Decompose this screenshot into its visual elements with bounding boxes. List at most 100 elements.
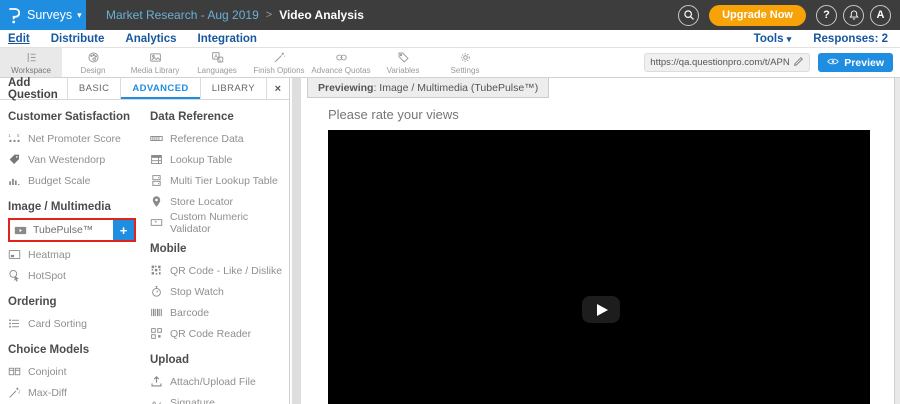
avatar-initial: A [877, 9, 885, 21]
preview-button[interactable]: Preview [818, 53, 893, 72]
top-bar: Surveys ▾ Market Research - Aug 2019 > V… [0, 0, 900, 30]
question-type-budget-scale[interactable]: Budget Scale [8, 170, 144, 191]
question-type-card-sorting[interactable]: Card Sorting [8, 313, 144, 334]
survey-nav-bar: Edit Distribute Analytics Integration To… [0, 30, 900, 48]
translate-icon: A a [211, 51, 224, 64]
tab-library[interactable]: LIBRARY [200, 78, 266, 99]
video-player[interactable] [328, 130, 870, 404]
section-heading: Ordering [8, 296, 144, 308]
tool-advance-quotas[interactable]: Advance Quotas [310, 48, 372, 77]
add-question-title: Add Question [0, 78, 67, 99]
questionpro-logo-icon [7, 7, 20, 24]
panel-scrollbar[interactable] [292, 78, 301, 404]
responses-count[interactable]: Responses: 2 [813, 33, 888, 45]
add-question-panel: Add Question BASIC ADVANCED LIBRARY × Cu… [0, 78, 290, 404]
tool-media-library[interactable]: Media Library [124, 48, 186, 77]
question-type-net-promoter-score[interactable]: 1 5 Net Promoter Score [8, 128, 144, 149]
close-panel-button[interactable]: × [266, 78, 289, 99]
tool-design[interactable]: Design [62, 48, 124, 77]
svg-text:1: 1 [8, 133, 11, 138]
question-text: Please rate your views [328, 107, 459, 122]
chain-links-icon [335, 51, 348, 64]
search-button[interactable] [678, 5, 699, 26]
question-type-tubepulse[interactable]: TubePulse™ + [8, 218, 136, 242]
breadcrumb-survey-folder[interactable]: Market Research - Aug 2019 [106, 8, 259, 22]
tool-variables[interactable]: Variables [372, 48, 434, 77]
question-mark-icon: ? [823, 9, 830, 21]
add-tubepulse-button[interactable]: + [113, 220, 134, 240]
preview-area: Previewing : Image / Multimedia (TubePul… [301, 78, 894, 404]
question-type-van-westendorp[interactable]: Van Westendorp [8, 149, 144, 170]
tool-finish-options[interactable]: Finish Options [248, 48, 310, 77]
close-icon: × [275, 83, 282, 95]
image-icon [149, 51, 162, 64]
pencil-icon [793, 56, 804, 67]
question-type-custom-numeric-validator[interactable]: * Custom Numeric Validator [150, 212, 289, 233]
question-type-qr-code-reader[interactable]: QR Code Reader [150, 323, 289, 344]
tag-icon [397, 51, 410, 64]
edit-url-button[interactable] [793, 54, 804, 72]
question-type-heatmap[interactable]: Heatmap [8, 244, 144, 265]
magic-wand-icon [8, 386, 21, 399]
video-player-icon [14, 224, 27, 237]
question-type-multi-tier-lookup-table[interactable]: Multi Tier Lookup Table [150, 170, 289, 191]
help-button[interactable]: ? [816, 5, 837, 26]
lookup-table-icon [150, 153, 163, 166]
tools-menu[interactable]: Tools ▾ [754, 33, 792, 45]
upload-file-icon [150, 375, 163, 388]
workspace-toolbar: Workspace Design Media Library A a Langu… [0, 48, 900, 78]
product-menu-label: Surveys [27, 8, 72, 22]
question-type-barcode[interactable]: Barcode [150, 302, 289, 323]
play-icon [597, 304, 608, 316]
price-tag-icon [8, 153, 21, 166]
section-heading: Image / Multimedia [8, 201, 144, 213]
card-sorting-icon [8, 317, 21, 330]
surveys-product-menu[interactable]: Surveys ▾ [0, 0, 86, 30]
tab-analytics[interactable]: Analytics [125, 33, 176, 45]
page-scrollbar[interactable] [894, 78, 900, 404]
question-type-signature[interactable]: Signature [150, 392, 289, 404]
chevron-down-icon: ▾ [77, 10, 82, 21]
signature-icon [150, 396, 163, 404]
question-type-attach-upload-file[interactable]: Attach/Upload File [150, 371, 289, 392]
section-heading: Upload [150, 354, 289, 366]
upgrade-now-button[interactable]: Upgrade Now [709, 5, 806, 26]
question-type-hotspot[interactable]: HotSpot [8, 265, 144, 286]
tool-languages[interactable]: A a Languages [186, 48, 248, 77]
bar-chart-icon [8, 174, 21, 187]
tab-advanced[interactable]: ADVANCED [120, 78, 199, 99]
notifications-button[interactable] [843, 5, 864, 26]
account-avatar[interactable]: A [870, 5, 891, 26]
tool-settings[interactable]: Settings [434, 48, 496, 77]
breadcrumb: Market Research - Aug 2019 > Video Analy… [106, 8, 364, 22]
question-type-qr-like-dislike[interactable]: QR Code - Like / Dislike [150, 260, 289, 281]
stopwatch-icon [150, 285, 163, 298]
palette-icon [87, 51, 100, 64]
gear-icon [459, 51, 472, 64]
question-type-reference-data[interactable]: Reference Data [150, 128, 289, 149]
tool-workspace[interactable]: Workspace [0, 48, 62, 77]
question-type-store-locator[interactable]: Store Locator [150, 191, 289, 212]
question-type-lookup-table[interactable]: Lookup Table [150, 149, 289, 170]
question-type-conjoint[interactable]: Conjoint [8, 361, 144, 382]
breadcrumb-separator: > [266, 9, 272, 21]
qr-code-icon [150, 264, 163, 277]
section-heading: Choice Models [8, 344, 144, 356]
reference-data-icon [150, 132, 163, 145]
svg-text:A: A [214, 53, 218, 59]
tab-basic[interactable]: BASIC [67, 78, 121, 99]
barcode-icon [150, 306, 163, 319]
tab-edit[interactable]: Edit [8, 33, 30, 45]
breadcrumb-survey-name: Video Analysis [279, 8, 364, 22]
question-type-max-diff[interactable]: Max-Diff [8, 382, 144, 403]
multi-tier-icon [150, 174, 163, 187]
tab-distribute[interactable]: Distribute [51, 33, 105, 45]
section-heading: Customer Satisfaction [8, 111, 144, 123]
section-heading: Data Reference [150, 111, 289, 123]
map-pin-icon [150, 195, 163, 208]
question-type-stop-watch[interactable]: Stop Watch [150, 281, 289, 302]
play-button[interactable] [582, 296, 620, 323]
chevron-down-icon: ▾ [787, 34, 792, 44]
survey-url-field[interactable]: https://qa.questionpro.com/t/APNrFZf3p [644, 53, 810, 72]
tab-integration[interactable]: Integration [198, 33, 257, 45]
